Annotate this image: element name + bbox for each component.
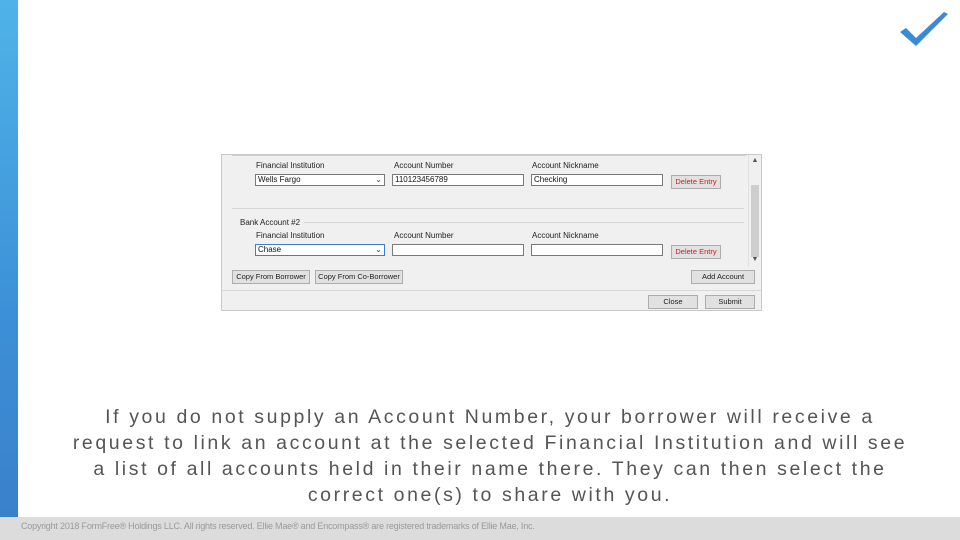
account-number-label-2: Account Number <box>394 231 454 240</box>
slide-caption: If you do not supply an Account Number, … <box>72 406 908 506</box>
delete-entry-button-1[interactable]: Delete Entry <box>671 175 721 189</box>
add-account-button[interactable]: Add Account <box>691 270 755 284</box>
institution-select-2[interactable]: Chase ⌄ <box>255 244 385 256</box>
nickname-label-2: Account Nickname <box>532 231 599 240</box>
account-number-input-2[interactable] <box>392 244 524 256</box>
submit-button[interactable]: Submit <box>705 295 755 309</box>
chevron-down-icon: ⌄ <box>375 245 382 254</box>
nickname-label-1: Account Nickname <box>532 161 599 170</box>
scroll-down-icon[interactable]: ▼ <box>751 255 759 265</box>
chevron-down-icon: ⌄ <box>375 175 382 184</box>
vertical-scrollbar[interactable]: ▲ ▼ <box>748 155 761 267</box>
copy-from-coborrower-button[interactable]: Copy From Co-Borrower <box>315 270 403 284</box>
accounts-scroll-area: Financial Institution Wells Fargo ⌄ Acco… <box>232 155 746 268</box>
copyright-text: Copyright 2018 FormFree® Holdings LLC. A… <box>21 521 535 531</box>
account-group-header-2: Bank Account #2 <box>240 218 301 227</box>
left-accent-bar <box>0 0 18 540</box>
nickname-input-2[interactable] <box>531 244 663 256</box>
institution-value-1: Wells Fargo <box>258 175 301 184</box>
institution-label-1: Financial Institution <box>256 161 325 170</box>
scrollbar-thumb[interactable] <box>751 185 759 257</box>
delete-entry-button-2[interactable]: Delete Entry <box>671 245 721 259</box>
nickname-input-1[interactable]: Checking <box>531 174 663 186</box>
account-number-label-1: Account Number <box>394 161 454 170</box>
group-header-line <box>304 222 744 223</box>
bank-accounts-dialog: Financial Institution Wells Fargo ⌄ Acco… <box>221 154 762 311</box>
checkmark-logo-icon <box>900 12 948 46</box>
copy-from-borrower-button[interactable]: Copy From Borrower <box>232 270 310 284</box>
institution-label-2: Financial Institution <box>256 231 325 240</box>
scroll-up-icon[interactable]: ▲ <box>751 156 759 166</box>
footer-bar: Copyright 2018 FormFree® Holdings LLC. A… <box>0 517 960 540</box>
account-number-input-1[interactable]: 110123456789 <box>392 174 524 186</box>
close-button[interactable]: Close <box>648 295 698 309</box>
institution-select-1[interactable]: Wells Fargo ⌄ <box>255 174 385 186</box>
group-divider <box>232 208 744 209</box>
footer-separator <box>222 290 761 291</box>
institution-value-2: Chase <box>258 245 282 254</box>
